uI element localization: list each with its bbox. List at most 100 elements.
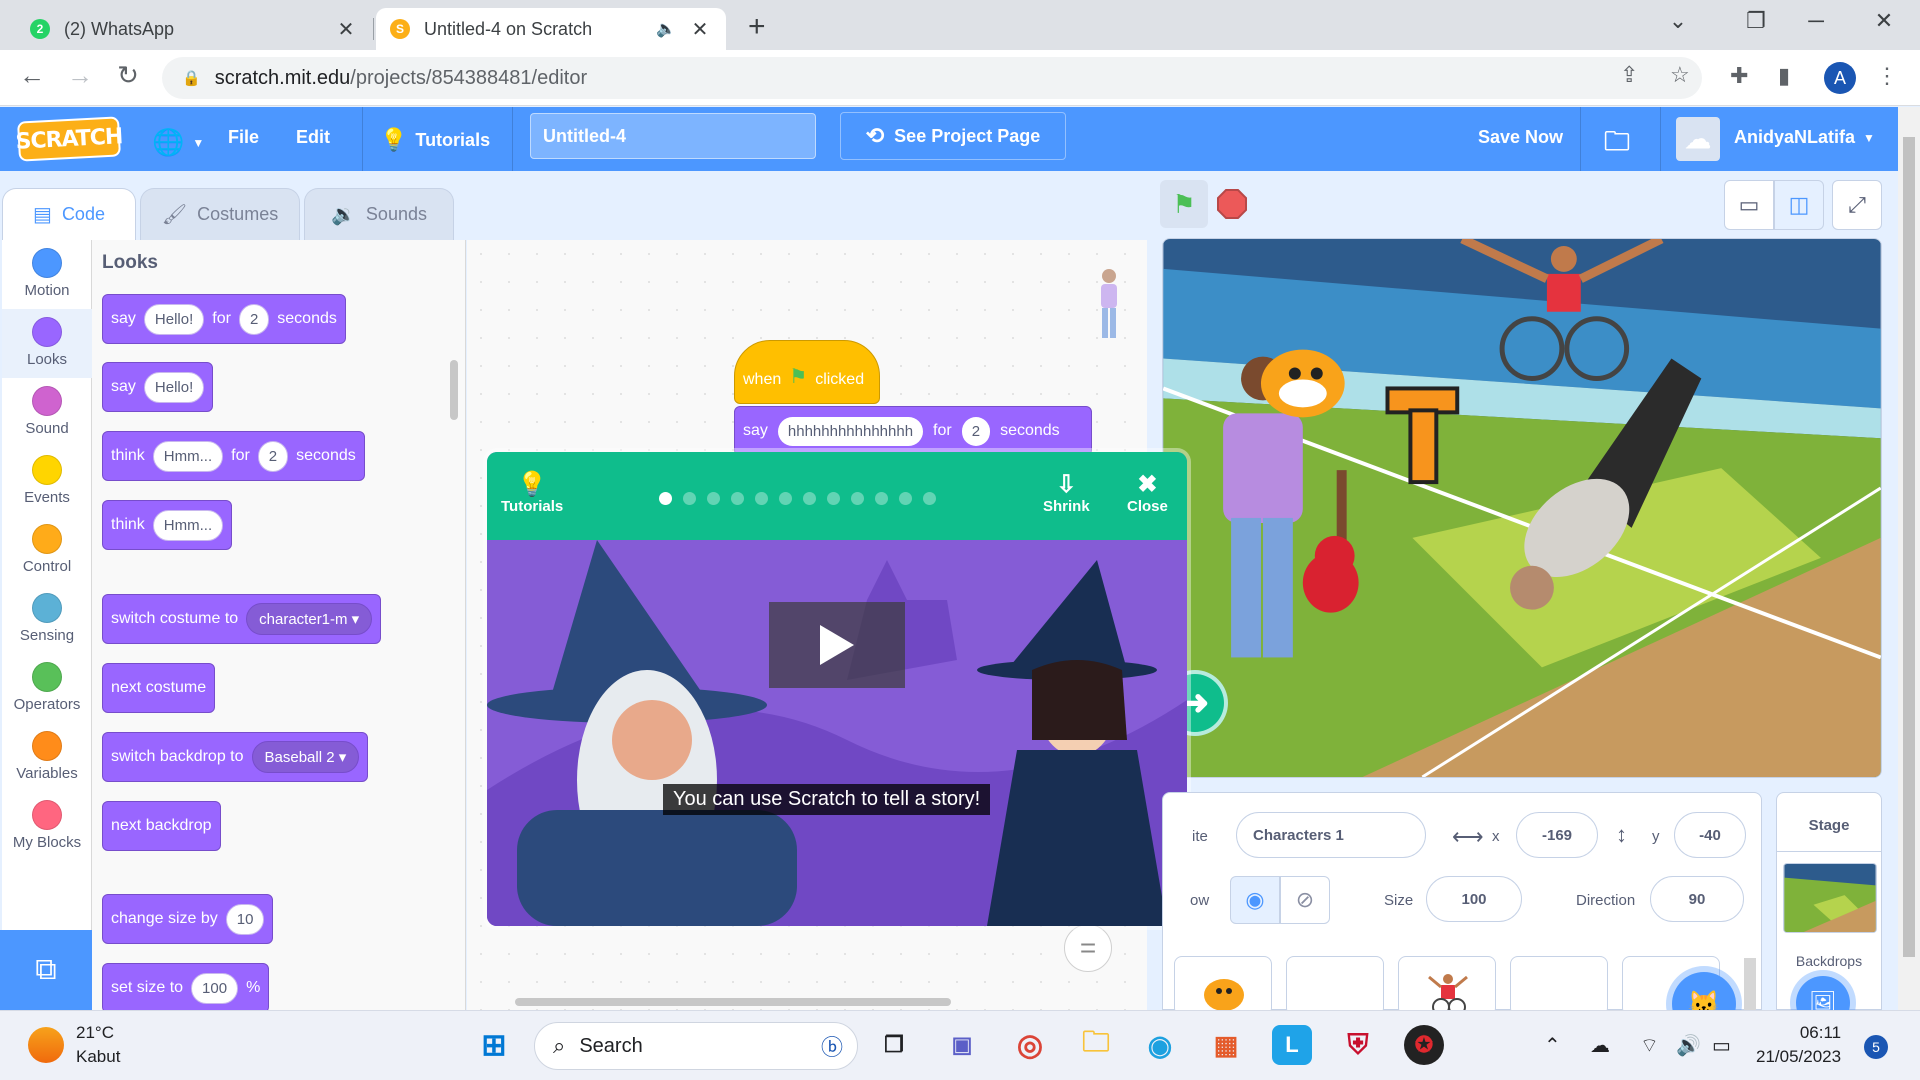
tab-scratch[interactable]: S Untitled-4 on Scratch 🔈 ✕ (376, 8, 726, 50)
block-input[interactable]: Hmm... (152, 509, 224, 541)
tutorials-menu[interactable]: 💡 Tutorials (380, 127, 490, 153)
file-menu[interactable]: File (228, 127, 259, 148)
block-input[interactable]: hhhhhhhhhhhhhhh (777, 416, 924, 446)
profile-avatar[interactable]: A (1824, 62, 1856, 94)
x-position-input[interactable]: -169 (1516, 812, 1598, 858)
block-say-for-secs[interactable]: say Hello! for 2 seconds (102, 294, 346, 344)
step-dot[interactable] (731, 492, 744, 505)
url-input[interactable]: 🔒 scratch.mit.edu/projects/854388481/edi… (162, 57, 1702, 99)
category-motion[interactable]: Motion (2, 240, 92, 309)
edit-menu[interactable]: Edit (296, 127, 330, 148)
share-icon[interactable]: ⇪ (1620, 62, 1638, 88)
category-events[interactable]: Events (2, 447, 92, 516)
my-stuff-folder-icon[interactable]: 🗀 (1604, 123, 1630, 167)
step-dot[interactable] (755, 492, 768, 505)
forward-arrow-icon[interactable]: → (62, 60, 98, 91)
palette-scrollbar[interactable] (450, 360, 458, 420)
scratch-logo[interactable]: SCRATCH (15, 116, 123, 162)
step-dot[interactable] (899, 492, 912, 505)
category-sensing[interactable]: Sensing (2, 585, 92, 654)
language-menu[interactable]: 🌐 ▼ (152, 127, 204, 158)
category-looks[interactable]: Looks (2, 309, 92, 378)
notification-badge[interactable]: 5 (1864, 1035, 1888, 1059)
chrome-icon[interactable]: ◎ (1010, 1025, 1050, 1065)
new-tab-button[interactable]: + (748, 10, 766, 44)
user-avatar[interactable]: ☁ (1676, 117, 1720, 161)
see-project-page-button[interactable]: ⟲ See Project Page (840, 112, 1066, 160)
save-now-button[interactable]: Save Now (1478, 127, 1563, 148)
block-input[interactable]: 2 (257, 440, 289, 472)
script-say-for-secs-block[interactable]: say hhhhhhhhhhhhhhh for 2 seconds (734, 406, 1092, 456)
maximize-icon[interactable]: ❐ (1736, 8, 1776, 34)
l-app-icon[interactable]: L (1272, 1025, 1312, 1065)
red-app-icon[interactable]: ✪ (1404, 1025, 1444, 1065)
fullscreen-button[interactable]: ⤢ (1832, 180, 1882, 230)
sprite-name-input[interactable] (1236, 812, 1426, 858)
system-clock[interactable]: 06:11 21/05/2023 (1756, 1021, 1841, 1069)
category-my-blocks[interactable]: My Blocks (2, 792, 92, 861)
project-title-input[interactable] (530, 113, 816, 159)
window-scrollbar[interactable] (1898, 107, 1920, 1010)
more-menu-icon[interactable]: ⋮ (1876, 63, 1898, 89)
block-next-backdrop[interactable]: next backdrop (102, 801, 221, 851)
step-dot[interactable] (827, 492, 840, 505)
tab-code[interactable]: ▤ Code (2, 188, 136, 240)
speaker-icon[interactable]: 🔈 (656, 19, 676, 39)
script-horizontal-scrollbar[interactable] (515, 998, 951, 1006)
small-stage-button[interactable]: ▭ (1724, 180, 1774, 230)
play-video-button[interactable] (769, 602, 905, 688)
zoom-reset-button[interactable]: = (1064, 924, 1112, 972)
window-scrollbar-thumb[interactable] (1903, 137, 1915, 957)
tutorial-video[interactable] (487, 540, 1187, 926)
add-extension-button[interactable]: ⧉ (0, 930, 92, 1010)
file-explorer-icon[interactable]: 🗀 (1076, 1025, 1116, 1065)
tutorials-library-button[interactable]: 💡 Tutorials (501, 472, 563, 516)
category-variables[interactable]: Variables (2, 723, 92, 792)
weather-widget[interactable]: 21°C Kabut (28, 1021, 120, 1069)
close-tab-icon[interactable]: ✕ (688, 17, 712, 42)
edge-icon[interactable]: ◉ (1140, 1025, 1180, 1065)
close-tab-icon[interactable]: ✕ (334, 17, 358, 42)
step-dot[interactable] (683, 492, 696, 505)
block-input[interactable]: 100 (191, 972, 239, 1004)
block-switch-costume[interactable]: switch costume to character1-m ▾ (102, 594, 382, 644)
block-change-size[interactable]: change size by 10 (102, 894, 274, 944)
extensions-puzzle-icon[interactable]: ✚ (1730, 63, 1748, 89)
account-menu[interactable]: AnidyaNLatifa ▼ (1734, 127, 1875, 148)
close-window-icon[interactable]: ✕ (1864, 8, 1904, 34)
category-control[interactable]: Control (2, 516, 92, 585)
battery-icon[interactable]: ▭ (1712, 1033, 1731, 1058)
wifi-icon[interactable]: ⌔ (1640, 1033, 1659, 1058)
sprite-tile[interactable] (1286, 956, 1384, 1016)
step-dot[interactable] (707, 492, 720, 505)
close-tutorial-button[interactable]: ✖ Close (1127, 472, 1168, 516)
microsoft-store-icon[interactable]: ▦ (1206, 1025, 1246, 1065)
volume-icon[interactable]: 🔊 (1676, 1033, 1701, 1058)
tab-search-chevron-down-icon[interactable]: ⌄ (1658, 8, 1698, 34)
sprite-tile-wheelchair[interactable] (1398, 956, 1496, 1016)
block-input[interactable]: 2 (961, 416, 991, 446)
block-set-size[interactable]: set size to 100 % (102, 963, 270, 1010)
back-arrow-icon[interactable]: ← (14, 60, 50, 91)
backdrop-dropdown[interactable]: Baseball 2 ▾ (251, 741, 360, 773)
reload-icon[interactable]: ↻ (110, 60, 146, 91)
step-dot[interactable] (659, 492, 672, 505)
step-dot[interactable] (779, 492, 792, 505)
onedrive-cloud-icon[interactable]: ☁ (1590, 1033, 1610, 1058)
sprite-list-scrollbar[interactable] (1744, 958, 1756, 1010)
when-flag-clicked-block[interactable]: when ⚑ clicked (734, 340, 880, 404)
shrink-button[interactable]: ⇩ Shrink (1043, 472, 1090, 516)
show-sprite-button[interactable]: ◉ (1230, 876, 1280, 924)
block-say[interactable]: say Hello! (102, 362, 214, 412)
step-dot[interactable] (803, 492, 816, 505)
block-input[interactable]: 2 (238, 303, 270, 335)
stop-button[interactable] (1208, 180, 1256, 228)
block-think-for-secs[interactable]: think Hmm... for 2 seconds (102, 431, 365, 481)
windows-start-icon[interactable]: ⊞ (474, 1025, 514, 1065)
block-next-costume[interactable]: next costume (102, 663, 216, 713)
stage-canvas[interactable] (1162, 238, 1882, 778)
bookmark-star-icon[interactable]: ☆ (1670, 62, 1690, 88)
block-input[interactable]: Hello! (143, 371, 205, 403)
normal-stage-button[interactable]: ◫ (1774, 180, 1824, 230)
block-input[interactable]: 10 (225, 903, 265, 935)
